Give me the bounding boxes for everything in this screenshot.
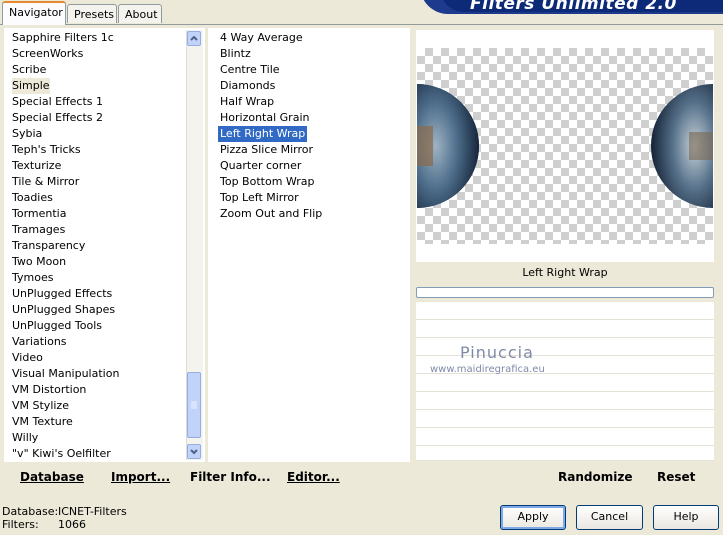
param-strip[interactable]: [416, 302, 714, 320]
apply-button[interactable]: Apply: [500, 505, 566, 530]
category-item[interactable]: Variations: [12, 334, 67, 350]
tab-presets[interactable]: Presets: [67, 4, 117, 23]
filter-info-button[interactable]: Filter Info...: [190, 470, 271, 484]
param-strip[interactable]: [416, 428, 714, 446]
category-item[interactable]: Sapphire Filters 1c: [12, 30, 114, 46]
filter-item[interactable]: Zoom Out and Flip: [220, 206, 322, 222]
chevron-up-icon: [190, 35, 198, 41]
filter-item[interactable]: 4 Way Average: [220, 30, 303, 46]
filter-item[interactable]: Quarter corner: [220, 158, 301, 174]
category-item[interactable]: UnPlugged Shapes: [12, 302, 115, 318]
tab-baseline: [0, 24, 723, 25]
filters-label: Filters:: [2, 518, 39, 531]
preview-filter-name: Left Right Wrap: [522, 266, 608, 279]
tab-about[interactable]: About: [118, 4, 162, 23]
filter-item[interactable]: Diamonds: [220, 78, 275, 94]
category-item[interactable]: Visual Manipulation: [12, 366, 119, 382]
filter-item[interactable]: Half Wrap: [220, 94, 274, 110]
watermark-url: www.maidiregrafica.eu: [430, 364, 545, 375]
filter-item[interactable]: Top Left Mirror: [220, 190, 299, 206]
param-strip[interactable]: [416, 410, 714, 428]
category-item[interactable]: Video: [12, 350, 43, 366]
category-item[interactable]: Tramages: [12, 222, 65, 238]
preview-wrapped-image: [417, 84, 713, 208]
preview-progress-bar: [416, 287, 714, 298]
help-button[interactable]: Help: [653, 505, 719, 530]
cancel-button[interactable]: Cancel: [576, 505, 643, 530]
reset-button[interactable]: Reset: [657, 470, 695, 484]
category-item[interactable]: UnPlugged Effects: [12, 286, 112, 302]
category-item[interactable]: Two Moon: [12, 254, 66, 270]
category-item[interactable]: Transparency: [12, 238, 85, 254]
database-label: Database:: [2, 505, 59, 518]
category-item[interactable]: Tymoes: [12, 270, 53, 286]
database-button[interactable]: Database: [20, 470, 84, 484]
category-item[interactable]: Simple: [12, 78, 50, 94]
database-value: ICNET-Filters: [58, 505, 127, 518]
param-strip[interactable]: [416, 320, 714, 338]
category-item[interactable]: Scribe: [12, 62, 46, 78]
param-strip[interactable]: [416, 374, 714, 392]
scroll-down-button[interactable]: [187, 444, 201, 459]
editor-button[interactable]: Editor...: [287, 470, 340, 484]
category-item[interactable]: "v" Kiwi's Oelfilter: [12, 446, 111, 462]
filter-item[interactable]: Horizontal Grain: [220, 110, 309, 126]
tab-navigator[interactable]: Navigator: [2, 1, 66, 25]
filter-item[interactable]: Blintz: [220, 46, 251, 62]
grip-icon: [191, 401, 197, 409]
param-strip[interactable]: [416, 392, 714, 410]
category-item[interactable]: Tormentia: [12, 206, 66, 222]
category-item[interactable]: Teph's Tricks: [12, 142, 81, 158]
category-item[interactable]: Special Effects 1: [12, 94, 103, 110]
category-item[interactable]: Willy: [12, 430, 38, 446]
category-item[interactable]: Special Effects 2: [12, 110, 103, 126]
chevron-down-icon: [190, 449, 198, 455]
category-item[interactable]: ScreenWorks: [12, 46, 83, 62]
filter-item[interactable]: Left Right Wrap: [218, 126, 308, 142]
category-item[interactable]: Tile & Mirror: [12, 174, 79, 190]
filter-item[interactable]: Centre Tile: [220, 62, 280, 78]
category-item[interactable]: VM Stylize: [12, 398, 69, 414]
category-item[interactable]: VM Texture: [12, 414, 73, 430]
scroll-up-button[interactable]: [187, 31, 201, 46]
filter-item[interactable]: Pizza Slice Mirror: [220, 142, 313, 158]
category-item[interactable]: Texturize: [12, 158, 61, 174]
banner-title: Filters Unlimited 2.0: [470, 0, 677, 14]
randomize-button[interactable]: Randomize: [558, 470, 632, 484]
category-item[interactable]: Toadies: [12, 190, 53, 206]
category-item[interactable]: VM Distortion: [12, 382, 86, 398]
category-item[interactable]: UnPlugged Tools: [12, 318, 102, 334]
param-strip[interactable]: [416, 446, 714, 461]
watermark-name: Pinuccia: [460, 343, 534, 362]
scrollbar-thumb[interactable]: [187, 372, 201, 438]
filters-count: 1066: [58, 518, 86, 531]
import-button[interactable]: Import...: [111, 470, 170, 484]
filter-item[interactable]: Top Bottom Wrap: [220, 174, 315, 190]
preview-image: [417, 48, 713, 244]
category-item[interactable]: Sybia: [12, 126, 42, 142]
